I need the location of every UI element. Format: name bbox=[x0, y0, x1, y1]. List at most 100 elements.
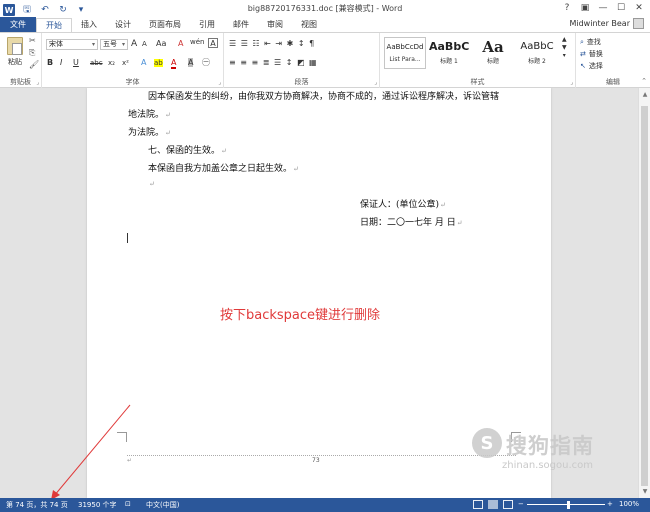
paste-icon bbox=[7, 37, 23, 55]
zoom-slider-track[interactable] bbox=[527, 504, 605, 505]
ribbon: 粘贴 ✂ ⎘ 🖌 剪贴板 ⌟ 宋体 ▾ 五号 ▾ A A Aa A wén A B … bbox=[0, 32, 650, 88]
paragraph-row-1[interactable]: ☰ ☰ ☷ ⇤ ⇥ ✱ ↕ ¶ bbox=[229, 39, 315, 48]
line-text: 日期：二〇一七年 月 日 bbox=[360, 218, 456, 228]
word-window: W 🖫 ↶ ↻ ▾ big88720176331.doc [兼容模式] - Wo… bbox=[0, 0, 650, 512]
print-layout-icon[interactable] bbox=[488, 500, 498, 509]
style-list-paragraph[interactable]: AaBbCcDd List Para... bbox=[384, 37, 426, 69]
tab-view[interactable]: 视图 bbox=[292, 18, 326, 32]
zoom-out-button[interactable]: − bbox=[518, 500, 524, 508]
font-color-button[interactable]: A bbox=[171, 58, 177, 69]
font-launcher-icon[interactable]: ⌟ bbox=[218, 79, 221, 86]
chevron-down-icon: ▾ bbox=[121, 41, 125, 48]
line-text: 为法院。 bbox=[128, 128, 165, 138]
clipboard-launcher-icon[interactable]: ⌟ bbox=[36, 79, 39, 86]
font-name-combo[interactable]: 宋体 ▾ bbox=[46, 39, 98, 50]
editing-group-label: 编辑 bbox=[606, 78, 620, 86]
paragraph-mark-icon: ↵ bbox=[440, 201, 446, 209]
scroll-up-icon[interactable]: ▲ bbox=[639, 91, 650, 98]
format-painter-icon[interactable]: 🖌 bbox=[29, 60, 39, 69]
user-name[interactable]: Midwinter Bear bbox=[569, 19, 630, 28]
tab-home[interactable]: 开始 bbox=[36, 18, 72, 32]
shrink-font-button[interactable]: A bbox=[142, 40, 147, 48]
style-name: 标题 bbox=[486, 58, 499, 65]
scroll-down-icon[interactable]: ▼ bbox=[639, 488, 650, 495]
zoom-in-button[interactable]: + bbox=[607, 500, 613, 508]
tab-review[interactable]: 审阅 bbox=[258, 18, 292, 32]
tab-insert[interactable]: 插入 bbox=[72, 18, 106, 32]
grow-font-button[interactable]: A bbox=[131, 39, 137, 49]
web-layout-icon[interactable] bbox=[503, 500, 513, 509]
enclose-characters-button[interactable]: ㊀ bbox=[202, 57, 210, 68]
replace-label: 替换 bbox=[588, 50, 603, 58]
word-count[interactable]: 31950 个字 bbox=[78, 500, 117, 510]
style-preview: AaBbC bbox=[520, 41, 554, 52]
select-icon: ↖ bbox=[580, 62, 586, 70]
styles-launcher-icon[interactable]: ⌟ bbox=[570, 79, 573, 86]
superscript-button[interactable]: x² bbox=[122, 59, 129, 67]
tab-design[interactable]: 设计 bbox=[106, 18, 140, 32]
page-count[interactable]: 第 74 页，共 74 页 bbox=[6, 500, 68, 510]
character-shading-button[interactable]: A bbox=[188, 58, 194, 67]
read-mode-icon[interactable] bbox=[473, 500, 483, 509]
paragraph-mark-icon: ↵ bbox=[456, 219, 463, 227]
paragraph-mark-icon: ↵ bbox=[221, 147, 227, 155]
window-controls: ? ▣ — ☐ ✕ bbox=[558, 1, 648, 15]
zoom-level[interactable]: 100% bbox=[619, 500, 639, 508]
zoom-slider-thumb[interactable] bbox=[567, 501, 570, 509]
help-button[interactable]: ? bbox=[558, 1, 576, 15]
maximize-button[interactable]: ☐ bbox=[612, 1, 630, 15]
instruction-annotation: 按下backspace键进行删除 bbox=[220, 308, 381, 323]
paste-button[interactable]: 粘贴 bbox=[4, 37, 26, 67]
cut-icon[interactable]: ✂ bbox=[29, 36, 36, 45]
paragraph-mark-icon: ↵ bbox=[149, 180, 155, 188]
line-text: 本保函自我方加盖公章之日起生效。 bbox=[148, 164, 293, 174]
style-title[interactable]: Aa 标题 bbox=[472, 37, 514, 69]
style-name: List Para... bbox=[389, 56, 421, 63]
scrollbar-thumb[interactable] bbox=[641, 106, 648, 486]
ribbon-tabs: 文件 开始 插入 设计 页面布局 引用 邮件 审阅 视图 Midwinter B… bbox=[0, 17, 650, 32]
font-size-combo[interactable]: 五号 ▾ bbox=[100, 39, 128, 50]
minimize-button[interactable]: — bbox=[594, 1, 612, 15]
font-group: 宋体 ▾ 五号 ▾ A A Aa A wén A B I U abc x₂ x² A… bbox=[42, 33, 224, 88]
doc-line-3: 为法院。↵ bbox=[128, 125, 171, 138]
tab-mailings[interactable]: 邮件 bbox=[224, 18, 258, 32]
underline-button[interactable]: U bbox=[73, 58, 79, 67]
language-indicator[interactable]: 中文(中国) bbox=[146, 500, 179, 510]
style-name: 标题 2 bbox=[528, 58, 546, 65]
replace-icon: ⇄ bbox=[580, 50, 586, 58]
italic-button[interactable]: I bbox=[60, 58, 62, 67]
clipboard-group: 粘贴 ✂ ⎘ 🖌 剪贴板 ⌟ bbox=[0, 33, 42, 88]
avatar[interactable] bbox=[633, 18, 644, 29]
find-label: 查找 bbox=[586, 38, 601, 46]
text-effects-button[interactable]: A bbox=[141, 58, 146, 67]
tab-file[interactable]: 文件 bbox=[0, 17, 36, 32]
bold-button[interactable]: B bbox=[47, 58, 53, 67]
copy-icon[interactable]: ⎘ bbox=[29, 48, 35, 58]
clipboard-group-label: 剪贴板 bbox=[10, 78, 31, 86]
tab-references[interactable]: 引用 bbox=[190, 18, 224, 32]
change-case-button[interactable]: Aa bbox=[156, 39, 166, 48]
strikethrough-button[interactable]: abc bbox=[90, 59, 103, 67]
collapse-ribbon-icon[interactable]: ⌃ bbox=[641, 77, 647, 85]
clear-formatting-button[interactable]: A bbox=[178, 39, 183, 48]
close-button[interactable]: ✕ bbox=[630, 1, 648, 15]
highlight-button[interactable]: ab bbox=[154, 59, 163, 67]
paragraph-mark-icon: ↵ bbox=[293, 165, 299, 173]
paragraph-launcher-icon[interactable]: ⌟ bbox=[374, 79, 377, 86]
select-button[interactable]: ↖ 选择 bbox=[580, 61, 603, 71]
replace-button[interactable]: ⇄ 替换 bbox=[580, 49, 603, 59]
phonetic-guide-button[interactable]: wén bbox=[190, 38, 204, 46]
character-border-button[interactable]: A bbox=[208, 38, 218, 48]
paragraph-row-2[interactable]: ≡ ≡ ≡ ≣ ☰ ↕ ◩ ▦ bbox=[229, 58, 318, 67]
find-button[interactable]: ⌕ 查找 bbox=[580, 37, 601, 47]
style-heading-2[interactable]: AaBbC 标题 2 bbox=[516, 37, 558, 69]
line-text: 地法院。 bbox=[128, 110, 165, 120]
styles-scroll[interactable]: ▲ ▼ ▾ bbox=[562, 36, 567, 60]
line-text: 七、保函的生效。 bbox=[148, 146, 221, 156]
ribbon-display-options-button[interactable]: ▣ bbox=[576, 1, 594, 15]
style-heading-1[interactable]: AaBbC 标题 1 bbox=[428, 37, 470, 69]
tab-page-layout[interactable]: 页面布局 bbox=[140, 18, 190, 32]
sogou-watermark: S 搜狗指南 zhinan.sogou.com bbox=[470, 428, 640, 483]
subscript-button[interactable]: x₂ bbox=[108, 59, 115, 67]
proofing-icon[interactable]: ⊡ bbox=[125, 500, 131, 508]
